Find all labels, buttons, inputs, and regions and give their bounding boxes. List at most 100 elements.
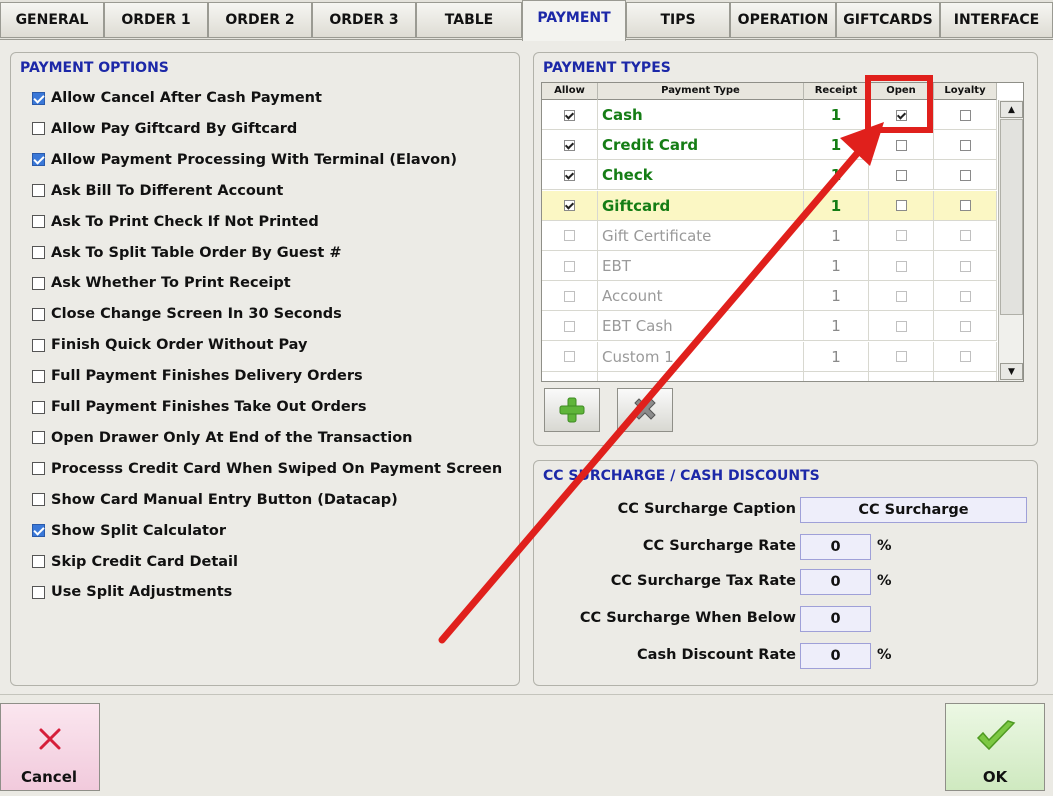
option-item[interactable]: Ask To Print Check If Not Printed (32, 214, 319, 230)
cc-surcharge-when-below-field[interactable]: 0 (800, 606, 871, 632)
option-checkbox[interactable] (32, 493, 45, 507)
open-checkbox[interactable] (895, 351, 907, 363)
option-checkbox[interactable] (32, 307, 45, 321)
allow-checkbox[interactable] (564, 230, 575, 242)
loyalty-checkbox[interactable] (960, 381, 971, 382)
tab-giftcards[interactable]: GIFTCARDS (836, 2, 940, 38)
column-header-open[interactable]: Open (869, 83, 934, 100)
table-row[interactable]: Gift Certificate 1 (542, 220, 997, 251)
option-item[interactable]: Full Payment Finishes Take Out Orders (32, 399, 366, 415)
allow-checkbox[interactable] (564, 320, 575, 332)
open-checkbox[interactable] (895, 169, 907, 181)
table-row[interactable]: Account 1 (542, 281, 997, 312)
cc-surcharge-rate-field[interactable]: 0 (800, 534, 871, 560)
option-item[interactable]: Allow Cancel After Cash Payment (32, 90, 322, 106)
tab-order-3[interactable]: ORDER 3 (312, 2, 416, 38)
column-header-allow[interactable]: Allow (542, 83, 598, 100)
allow-checkbox[interactable] (564, 381, 575, 382)
open-checkbox[interactable] (896, 381, 907, 382)
option-checkbox[interactable] (32, 153, 45, 167)
option-item[interactable]: Processs Credit Card When Swiped On Paym… (32, 461, 502, 477)
open-checkbox[interactable] (895, 109, 907, 121)
delete-payment-type-button[interactable] (617, 388, 673, 432)
option-checkbox[interactable] (32, 462, 45, 476)
loyalty-checkbox[interactable] (959, 230, 971, 242)
open-checkbox[interactable] (895, 230, 907, 242)
option-item[interactable]: Close Change Screen In 30 Seconds (32, 306, 342, 322)
option-checkbox[interactable] (32, 91, 45, 105)
table-row[interactable]: EBT Cash 1 (542, 311, 997, 342)
option-item[interactable]: Full Payment Finishes Delivery Orders (32, 368, 363, 384)
loyalty-checkbox[interactable] (959, 139, 971, 151)
open-checkbox[interactable] (895, 260, 907, 272)
loyalty-checkbox[interactable] (959, 169, 971, 181)
table-row[interactable]: Check 1 (542, 160, 997, 191)
open-checkbox[interactable] (895, 200, 907, 212)
tab-order-1[interactable]: ORDER 1 (104, 2, 208, 38)
open-checkbox[interactable] (895, 320, 907, 332)
table-row[interactable]: Giftcard 1 (542, 190, 997, 221)
option-item[interactable]: Skip Credit Card Detail (32, 554, 238, 570)
allow-checkbox[interactable] (564, 169, 575, 181)
tab-payment[interactable]: PAYMENT (522, 0, 626, 41)
loyalty-checkbox[interactable] (959, 260, 971, 272)
loyalty-checkbox[interactable] (959, 320, 971, 332)
option-item[interactable]: Ask Whether To Print Receipt (32, 275, 291, 291)
tab-table[interactable]: TABLE (416, 2, 522, 38)
option-checkbox[interactable] (32, 431, 45, 445)
open-checkbox[interactable] (895, 290, 907, 302)
tab-operation[interactable]: OPERATION (730, 2, 836, 38)
option-checkbox[interactable] (32, 369, 45, 383)
cc-surcharge-caption-field[interactable]: CC Surcharge (800, 497, 1027, 523)
option-item[interactable]: Show Card Manual Entry Button (Datacap) (32, 492, 398, 508)
allow-checkbox[interactable] (564, 200, 575, 212)
table-row[interactable]: Cash 1 (542, 100, 997, 130)
option-checkbox[interactable] (32, 585, 45, 599)
option-item[interactable]: Finish Quick Order Without Pay (32, 337, 307, 353)
table-row[interactable]: Custom 1 1 (542, 341, 997, 372)
option-checkbox[interactable] (32, 276, 45, 290)
table-row[interactable]: Credit Card 1 (542, 130, 997, 161)
allow-checkbox[interactable] (564, 139, 575, 151)
grid-scrollbar[interactable]: ▲ ▼ (998, 100, 1023, 381)
scroll-thumb[interactable] (1000, 119, 1023, 315)
cc-surcharge-tax-rate-field[interactable]: 0 (800, 569, 871, 595)
table-row[interactable]: C... 1 (542, 371, 997, 382)
option-checkbox[interactable] (32, 246, 45, 259)
option-checkbox[interactable] (32, 400, 45, 414)
column-header-payment-type[interactable]: Payment Type (598, 83, 804, 100)
option-checkbox[interactable] (32, 555, 45, 568)
option-item[interactable]: Open Drawer Only At End of the Transacti… (32, 430, 413, 446)
loyalty-checkbox[interactable] (959, 351, 971, 363)
column-header-loyalty[interactable]: Loyalty (934, 83, 997, 100)
open-checkbox[interactable] (895, 139, 907, 151)
allow-checkbox[interactable] (564, 351, 575, 363)
table-row[interactable]: EBT 1 (542, 251, 997, 281)
loyalty-checkbox[interactable] (959, 109, 971, 121)
tab-interface[interactable]: INTERFACE (940, 2, 1053, 38)
cancel-button[interactable]: Cancel (0, 703, 100, 791)
tab-general[interactable]: GENERAL (0, 2, 104, 38)
option-item[interactable]: Ask Bill To Different Account (32, 183, 283, 199)
option-item[interactable]: Show Split Calculator (32, 523, 226, 539)
loyalty-checkbox[interactable] (959, 200, 971, 212)
ok-button[interactable]: OK (945, 703, 1045, 791)
cash-discount-rate-field[interactable]: 0 (800, 643, 871, 669)
option-item[interactable]: Use Split Adjustments (32, 584, 232, 600)
allow-checkbox[interactable] (564, 290, 575, 302)
column-header-receipt[interactable]: Receipt (804, 83, 869, 100)
allow-checkbox[interactable] (564, 260, 575, 272)
option-checkbox[interactable] (32, 215, 45, 229)
option-checkbox[interactable] (32, 122, 45, 136)
tab-order-2[interactable]: ORDER 2 (208, 2, 312, 38)
option-checkbox[interactable] (32, 184, 45, 198)
allow-checkbox[interactable] (564, 109, 575, 121)
add-payment-type-button[interactable] (544, 388, 600, 432)
scroll-down-button[interactable]: ▼ (1000, 363, 1023, 380)
loyalty-checkbox[interactable] (959, 290, 971, 302)
option-item[interactable]: Ask To Split Table Order By Guest # (32, 245, 342, 261)
option-item[interactable]: Allow Pay Giftcard By Giftcard (32, 121, 297, 137)
option-item[interactable]: Allow Payment Processing With Terminal (… (32, 152, 457, 168)
option-checkbox[interactable] (32, 338, 45, 352)
scroll-up-button[interactable]: ▲ (1000, 101, 1023, 118)
